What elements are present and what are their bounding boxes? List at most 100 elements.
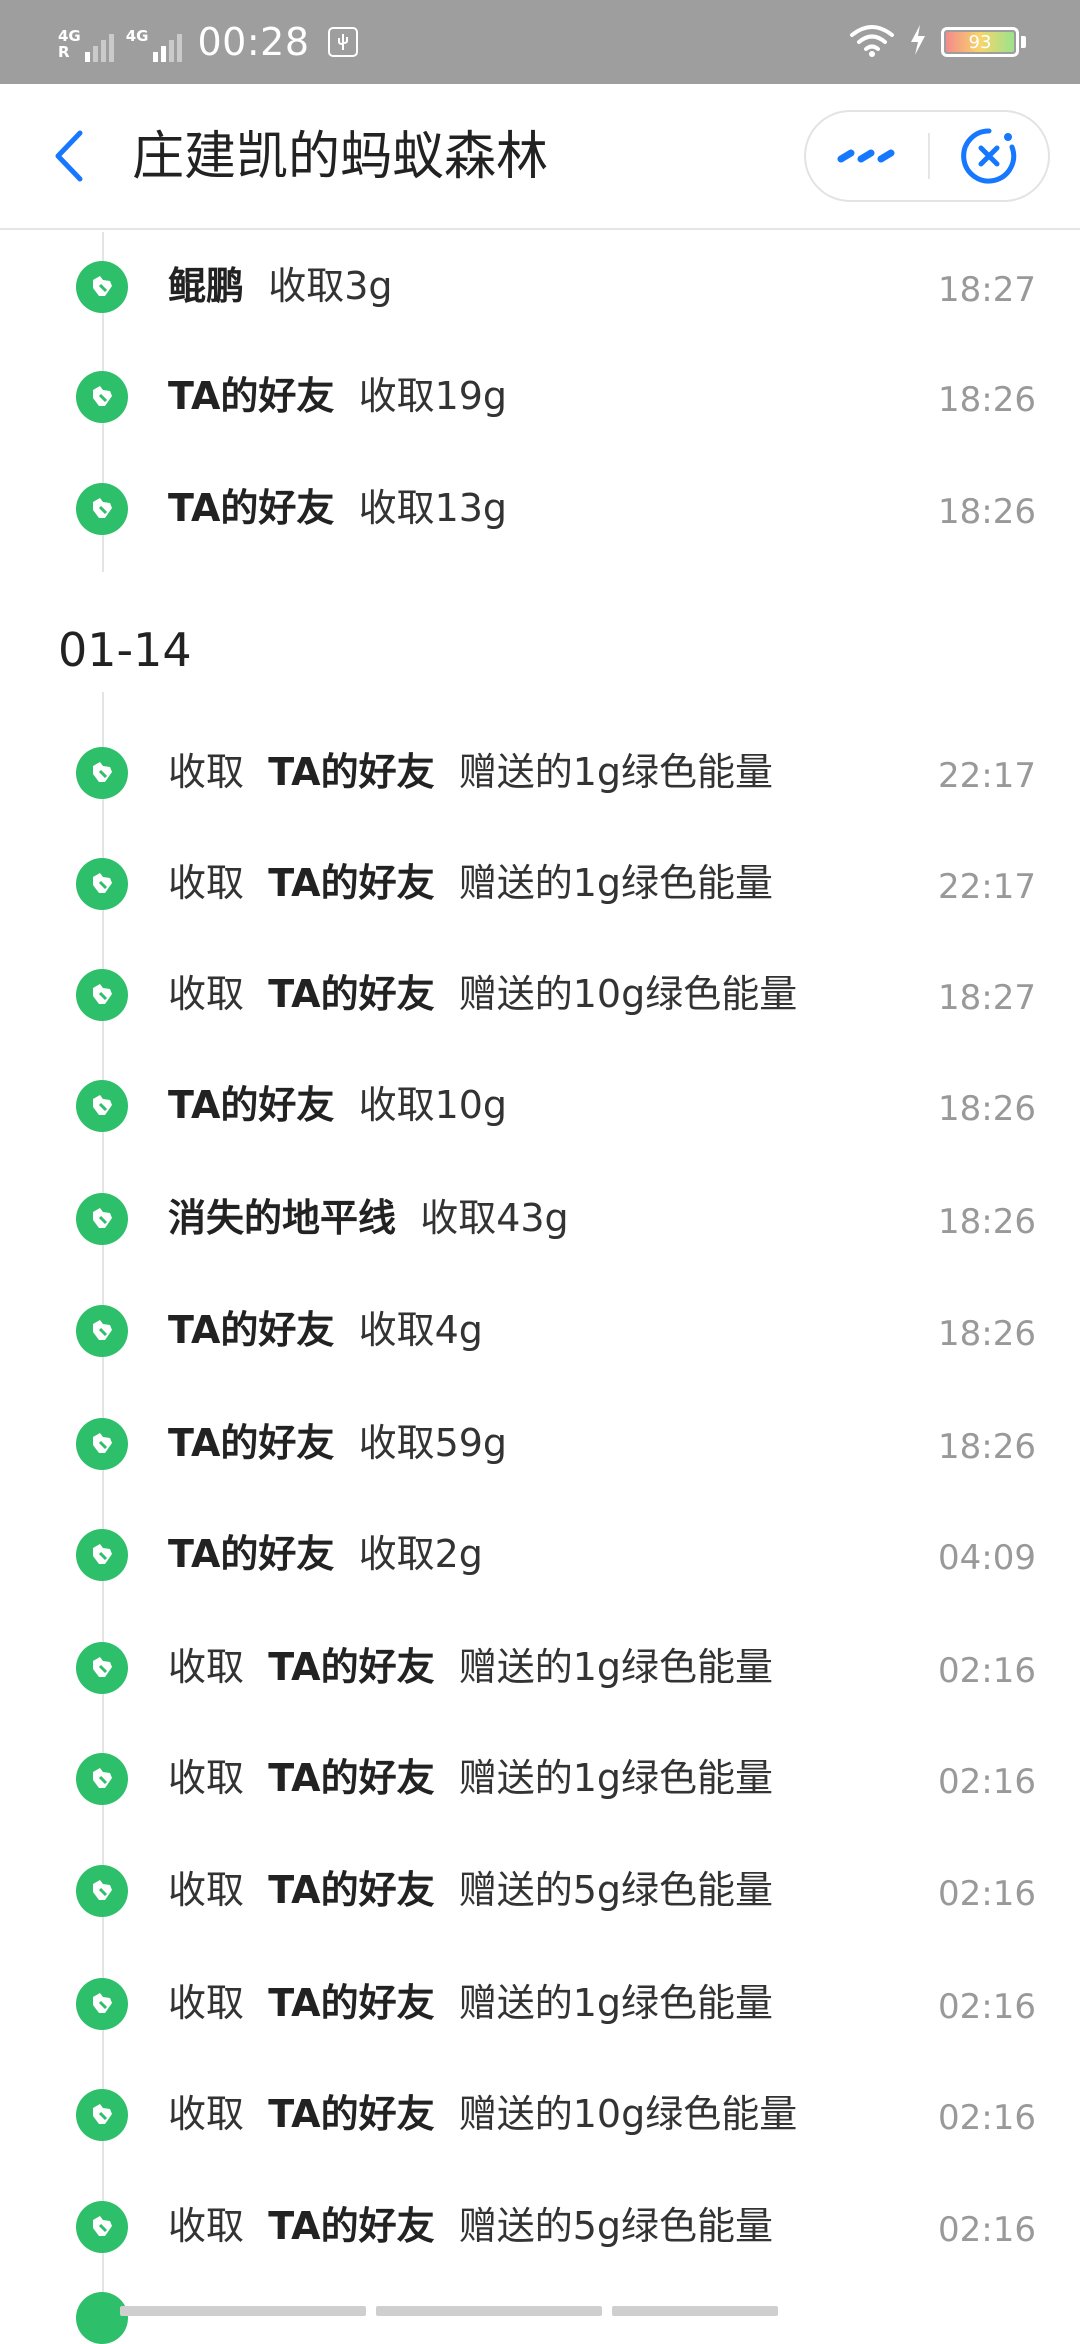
record-prefix: 收取: [168, 1756, 245, 1800]
record-time: 18:26: [938, 1089, 1036, 1129]
back-button[interactable]: [44, 126, 94, 186]
record-text: 收取19g: [358, 374, 508, 418]
roaming-label: R: [58, 43, 70, 61]
energy-hand-icon: [76, 1193, 128, 1245]
energy-hand-icon: [76, 1305, 128, 1357]
record-text: 赠送的1g绿色能量: [458, 750, 774, 794]
record-text: 赠送的1g绿色能量: [458, 1981, 774, 2025]
record-time: 22:17: [938, 756, 1036, 796]
record-text: 赠送的10g绿色能量: [458, 2092, 798, 2136]
list-item: 收取 TA的好友 赠送的5g绿色能量 02:16: [0, 1836, 1080, 1946]
energy-hand-icon: [76, 1080, 128, 1132]
signal-1: 4G R: [58, 22, 114, 62]
friend-name[interactable]: TA的好友: [168, 1421, 334, 1465]
network-type-label: 4G: [125, 27, 149, 45]
record-time: 02:16: [938, 1762, 1036, 1802]
status-left: 4G R 4G 00:28: [58, 20, 358, 64]
more-button[interactable]: [806, 112, 928, 200]
energy-hand-icon: [76, 2201, 128, 2253]
friend-name[interactable]: TA的好友: [168, 1532, 334, 1576]
record-prefix: 收取: [168, 972, 245, 1016]
status-bar: 4G R 4G 00:28 93: [0, 0, 1080, 84]
energy-hand-icon: [76, 1529, 128, 1581]
record-text: 收取2g: [358, 1532, 483, 1576]
record-text: 收取3g: [268, 264, 393, 308]
list-item: 收取 TA的好友 赠送的1g绿色能量 22:17: [0, 829, 1080, 939]
record-prefix: 收取: [168, 750, 245, 794]
wifi-icon: [849, 23, 895, 61]
energy-hand-icon: [76, 747, 128, 799]
date-header: 01-14: [58, 623, 192, 677]
friend-name[interactable]: 消失的地平线: [168, 1196, 396, 1240]
record-time: 18:26: [938, 492, 1036, 532]
friend-name[interactable]: TA的好友: [268, 2204, 434, 2248]
chevron-left-icon: [55, 130, 83, 182]
list-item: 鲲鹏 收取3g 18:27: [0, 232, 1080, 342]
record-time: 02:16: [938, 1987, 1036, 2027]
record-prefix: 收取: [168, 2204, 245, 2248]
list-item: TA的好友 收取10g 18:26: [0, 1051, 1080, 1161]
friend-name[interactable]: TA的好友: [268, 861, 434, 905]
friend-name[interactable]: TA的好友: [268, 1981, 434, 2025]
record-time: 04:09: [938, 1538, 1036, 1578]
record-text: 赠送的10g绿色能量: [458, 972, 798, 1016]
energy-hand-icon: [76, 1642, 128, 1694]
record-time: 18:26: [938, 1427, 1036, 1467]
energy-record-list: 鲲鹏 收取3g 18:27 TA的好友 收取19g 18:26 TA的好友 收取…: [0, 232, 1080, 2344]
record-text: 赠送的5g绿色能量: [458, 2204, 774, 2248]
list-item: 消失的地平线 收取43g 18:26: [0, 1164, 1080, 1274]
energy-hand-icon: [76, 969, 128, 1021]
friend-name[interactable]: TA的好友: [168, 374, 334, 418]
energy-hand-icon: [76, 371, 128, 423]
record-text: 收取59g: [358, 1421, 508, 1465]
energy-hand-icon: [76, 1865, 128, 1917]
friend-name[interactable]: TA的好友: [268, 1868, 434, 1912]
nav-header: 庄建凯的蚂蚁森林: [0, 84, 1080, 230]
mini-app-capsule: [804, 110, 1050, 202]
list-item: 收取 TA的好友 赠送的1g绿色能量 02:16: [0, 1724, 1080, 1834]
record-time: 02:16: [938, 1651, 1036, 1691]
friend-name[interactable]: TA的好友: [168, 486, 334, 530]
energy-hand-icon: [76, 483, 128, 535]
record-text: 赠送的1g绿色能量: [458, 861, 774, 905]
clock: 00:28: [197, 20, 310, 64]
list-item: TA的好友 收取4g 18:26: [0, 1276, 1080, 1386]
energy-hand-icon: [76, 1418, 128, 1470]
list-item: 收取 TA的好友 赠送的5g绿色能量 02:16: [0, 2172, 1080, 2282]
record-time: 18:27: [938, 270, 1036, 310]
usb-icon: [327, 27, 358, 57]
record-prefix: 收取: [168, 1645, 245, 1689]
page-title: 庄建凯的蚂蚁森林: [132, 127, 549, 187]
friend-name[interactable]: TA的好友: [268, 1756, 434, 1800]
friend-name[interactable]: TA的好友: [268, 1645, 434, 1689]
record-text: 赠送的1g绿色能量: [458, 1756, 774, 1800]
friend-name[interactable]: TA的好友: [168, 1083, 334, 1127]
close-button[interactable]: [930, 112, 1048, 200]
list-item: 收取 TA的好友 赠送的1g绿色能量 22:17: [0, 718, 1080, 828]
energy-hand-icon: [76, 2292, 128, 2344]
partial-next-row: [120, 2306, 778, 2316]
list-item: 收取 TA的好友 赠送的10g绿色能量 18:27: [0, 940, 1080, 1050]
friend-name[interactable]: TA的好友: [268, 972, 434, 1016]
friend-name[interactable]: TA的好友: [268, 750, 434, 794]
record-prefix: 收取: [168, 1981, 245, 2025]
list-item: TA的好友 收取19g 18:26: [0, 342, 1080, 452]
record-prefix: 收取: [168, 1868, 245, 1912]
record-time: 18:26: [938, 380, 1036, 420]
friend-name[interactable]: 鲲鹏: [168, 264, 244, 308]
energy-hand-icon: [76, 2089, 128, 2141]
status-right: 93: [849, 23, 1026, 61]
close-icon: [961, 128, 1017, 184]
friend-name[interactable]: TA的好友: [268, 2092, 434, 2136]
list-item: TA的好友 收取59g 18:26: [0, 1389, 1080, 1499]
list-item: TA的好友 收取2g 04:09: [0, 1500, 1080, 1610]
record-time: 02:16: [938, 1874, 1036, 1914]
record-text: 收取4g: [358, 1308, 483, 1352]
friend-name[interactable]: TA的好友: [168, 1308, 334, 1352]
energy-hand-icon: [76, 1978, 128, 2030]
record-time: 18:26: [938, 1202, 1036, 1242]
record-text: 赠送的5g绿色能量: [458, 1868, 774, 1912]
record-text: 赠送的1g绿色能量: [458, 1645, 774, 1689]
record-prefix: 收取: [168, 2092, 245, 2136]
list-item: 收取 TA的好友 赠送的10g绿色能量 02:16: [0, 2060, 1080, 2170]
